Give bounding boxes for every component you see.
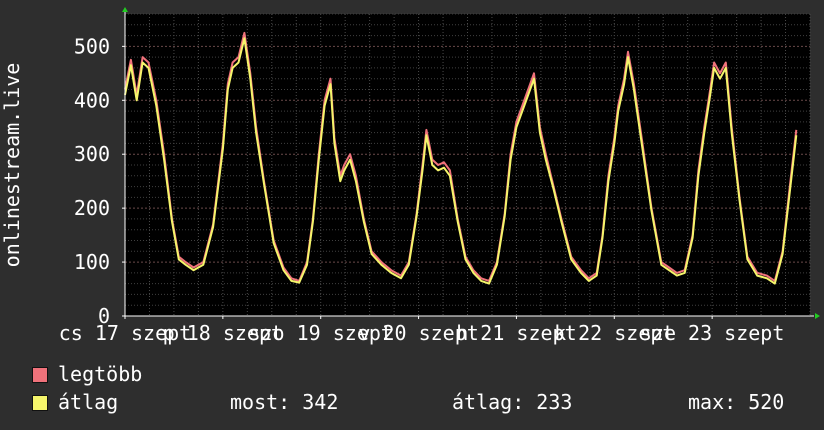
y-axis-arrow <box>122 7 128 12</box>
x-tick-labels: cs 17 szeptp 18 szeptszo 19 szeptv 20 sz… <box>59 316 785 345</box>
legend-label-atlag: átlag <box>58 390 119 414</box>
y-tick-label: 200 <box>74 196 110 220</box>
y-tick-label: 400 <box>74 88 110 112</box>
line-chart: 0100200300400500 cs 17 szeptp 18 szeptsz… <box>0 7 820 345</box>
stat-average: átlag: 233 <box>452 390 573 414</box>
stat-maximum: max: 520 <box>688 390 785 414</box>
legend-swatch-legtobb <box>32 367 48 383</box>
y-tick-label: 300 <box>74 142 110 166</box>
y-tick-labels: 0100200300400500 <box>74 34 125 328</box>
x-tick-label: sze 23 szept <box>640 321 785 345</box>
y-tick-label: 100 <box>74 250 110 274</box>
y-axis-label: onlinestream.live <box>0 63 24 268</box>
legend-label-legtobb: legtöbb <box>58 362 143 386</box>
stat-current: most: 342 <box>230 390 339 414</box>
legend-swatch-atlag <box>32 395 48 411</box>
y-tick-label: 500 <box>74 34 110 58</box>
x-axis-arrow <box>815 313 820 319</box>
